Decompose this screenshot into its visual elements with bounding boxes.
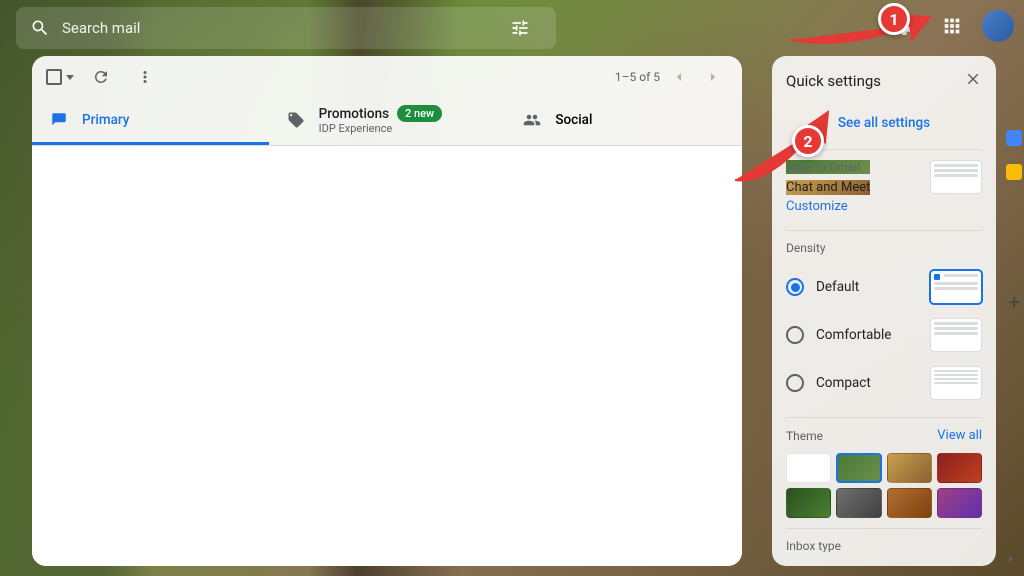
account-avatar[interactable]: [982, 10, 1014, 42]
quick-settings-panel: Quick settings See all settings Apps in …: [772, 56, 996, 566]
mail-list-area: [32, 146, 742, 566]
theme-option[interactable]: [887, 488, 932, 518]
theme-option[interactable]: [937, 453, 982, 483]
tab-primary[interactable]: Primary: [32, 98, 269, 145]
tab-promotions-label: Promotions: [319, 106, 389, 122]
collapse-side-icon[interactable]: [1004, 551, 1018, 570]
pager-next[interactable]: [698, 62, 728, 92]
search-placeholder: Search mail: [62, 19, 140, 37]
mail-panel: 1–5 of 5 Primary Promotions 2 new IDP Ex…: [32, 56, 742, 566]
tab-social-label: Social: [555, 112, 592, 128]
tab-promotions-sub: IDP Experience: [319, 122, 443, 135]
apps-customize-link[interactable]: Customize: [786, 199, 848, 214]
keep-widget-icon[interactable]: [1006, 164, 1022, 180]
pager-prev[interactable]: [664, 62, 694, 92]
apps-chat-meet: Chat and Meet: [786, 180, 870, 195]
mail-toolbar: 1–5 of 5: [32, 56, 742, 98]
apps-preview: [930, 160, 982, 194]
settings-gear-icon[interactable]: [886, 8, 922, 44]
quick-settings-title: Quick settings: [786, 72, 881, 90]
density-title: Density: [786, 241, 982, 255]
density-default[interactable]: Default: [786, 263, 982, 311]
density-comfortable[interactable]: Comfortable: [786, 311, 982, 359]
theme-option[interactable]: [786, 488, 831, 518]
see-all-settings-link[interactable]: See all settings: [838, 115, 930, 131]
density-compact[interactable]: Compact: [786, 359, 982, 407]
theme-option[interactable]: [836, 453, 881, 483]
theme-section: Theme View all: [786, 417, 982, 528]
promotions-badge: 2 new: [397, 105, 442, 122]
pager-text: 1–5 of 5: [615, 70, 660, 84]
close-icon: [964, 70, 982, 88]
more-button[interactable]: [128, 60, 162, 94]
search-box[interactable]: Search mail: [16, 7, 556, 49]
apps-section: Apps in Gmail Chat and Meet Customize: [786, 149, 982, 230]
theme-option[interactable]: [836, 488, 881, 518]
calendar-widget-icon[interactable]: [1006, 130, 1022, 146]
density-section: Density Default Comfortable Compact: [786, 230, 982, 417]
theme-option[interactable]: [887, 453, 932, 483]
theme-view-all[interactable]: View all: [937, 428, 982, 443]
search-icon: [30, 18, 50, 38]
inbox-type-title: Inbox type: [786, 539, 982, 552]
tune-icon[interactable]: [510, 18, 530, 38]
top-bar: Search mail: [0, 0, 1024, 56]
tab-primary-label: Primary: [82, 112, 129, 128]
apps-section-title: Apps in Gmail: [786, 160, 870, 174]
theme-option[interactable]: [786, 453, 831, 483]
refresh-button[interactable]: [84, 60, 118, 94]
select-all-checkbox[interactable]: [46, 69, 74, 85]
tab-promotions[interactable]: Promotions 2 new IDP Experience: [269, 98, 506, 145]
inbox-type-section: Inbox type Default Customize: [786, 528, 982, 552]
theme-option[interactable]: [937, 488, 982, 518]
add-widget-icon[interactable]: +: [1009, 290, 1020, 314]
apps-grid-icon[interactable]: [934, 8, 970, 44]
tab-social[interactable]: Social: [505, 98, 742, 145]
side-widgets: [1004, 130, 1024, 180]
close-button[interactable]: [964, 70, 982, 92]
theme-title: Theme: [786, 429, 823, 443]
category-tabs: Primary Promotions 2 new IDP Experience …: [32, 98, 742, 146]
